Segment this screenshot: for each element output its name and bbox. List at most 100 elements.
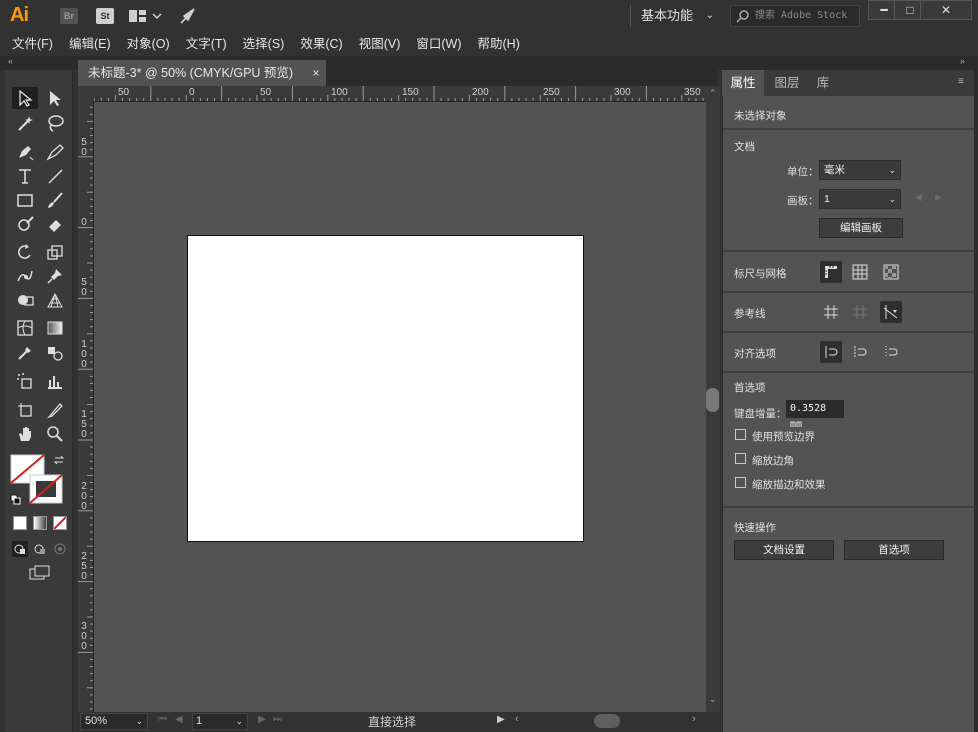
- draw-normal-button[interactable]: [12, 541, 28, 557]
- gradient-tool[interactable]: [42, 317, 68, 339]
- tab-libraries[interactable]: 库: [808, 70, 838, 96]
- blend-tool[interactable]: [42, 342, 68, 364]
- align-to-pixel-button[interactable]: [820, 341, 842, 363]
- menu-select[interactable]: 选择(S): [235, 32, 293, 56]
- scale-corners-checkbox[interactable]: [735, 453, 746, 464]
- rotate-tool[interactable]: [12, 241, 38, 263]
- lock-guides-button[interactable]: [849, 301, 871, 323]
- document-setup-button[interactable]: 文档设置: [734, 540, 834, 560]
- selection-tool[interactable]: [12, 87, 38, 109]
- swap-fill-stroke-icon[interactable]: [53, 454, 65, 466]
- smart-guides-button[interactable]: [880, 301, 902, 323]
- line-segment-tool[interactable]: [42, 165, 68, 187]
- perspective-grid-tool[interactable]: [42, 289, 68, 311]
- document-tab[interactable]: 未标题-3* @ 50% (CMYK/GPU 预览): [78, 60, 326, 86]
- menu-effect[interactable]: 效果(C): [292, 32, 350, 56]
- shaper-tool[interactable]: [12, 213, 38, 235]
- scroll-up-icon[interactable]: ⌃: [709, 88, 717, 99]
- horizontal-scroll-thumb[interactable]: [594, 714, 620, 728]
- close-window-button[interactable]: ✕: [920, 0, 972, 20]
- pin-tool[interactable]: [42, 265, 68, 287]
- eraser-tool[interactable]: [42, 213, 68, 235]
- scroll-down-icon[interactable]: ⌄: [709, 694, 717, 705]
- slice-tool[interactable]: [42, 399, 68, 421]
- align-key-object-button[interactable]: [849, 341, 871, 363]
- artboard[interactable]: [187, 235, 584, 542]
- ruler-origin[interactable]: [78, 86, 94, 102]
- magic-wand-tool[interactable]: [12, 112, 38, 134]
- show-rulers-button[interactable]: [820, 261, 842, 283]
- transparency-grid-button[interactable]: [880, 261, 902, 283]
- scale-tool[interactable]: [42, 241, 68, 263]
- panel-menu-icon[interactable]: ≡: [958, 76, 964, 87]
- menu-view[interactable]: 视图(V): [351, 32, 409, 56]
- direct-selection-tool[interactable]: [42, 87, 68, 109]
- menu-object[interactable]: 对象(O): [119, 32, 178, 56]
- align-glyph-button[interactable]: [880, 341, 902, 363]
- use-preview-bounds-checkbox[interactable]: [735, 429, 746, 440]
- default-fill-stroke-icon[interactable]: [10, 494, 22, 506]
- tab-properties[interactable]: 属性: [722, 70, 764, 96]
- prev-artboard-icon[interactable]: ◀: [175, 714, 183, 725]
- menu-window[interactable]: 窗口(W): [408, 32, 469, 56]
- menu-edit[interactable]: 编辑(E): [61, 32, 119, 56]
- status-menu-icon[interactable]: ▶: [497, 714, 505, 725]
- search-stock-input[interactable]: 搜索 Adobe Stock: [730, 5, 860, 27]
- zoom-level-select[interactable]: 50% ⌄: [80, 713, 148, 730]
- vertical-scroll-thumb[interactable]: [706, 388, 719, 412]
- menu-file[interactable]: 文件(F): [4, 32, 61, 56]
- artboard-number-select[interactable]: 1 ⌄: [192, 713, 248, 730]
- scale-strokes-checkbox[interactable]: [735, 477, 746, 488]
- next-artboard-icon[interactable]: ▶: [935, 192, 942, 203]
- puppet-warp-tool[interactable]: [12, 265, 38, 287]
- draw-inside-button[interactable]: [52, 541, 68, 557]
- shape-builder-tool[interactable]: [12, 289, 38, 311]
- menu-type[interactable]: 文字(T): [178, 32, 235, 56]
- menu-help[interactable]: 帮助(H): [470, 32, 528, 56]
- current-tool-status[interactable]: 直接选择: [368, 713, 416, 730]
- preferences-button[interactable]: 首选项: [844, 540, 944, 560]
- none-mode-button[interactable]: [53, 516, 67, 530]
- edit-artboard-button[interactable]: 编辑画板: [819, 218, 903, 238]
- symbol-sprayer-tool[interactable]: [12, 370, 38, 392]
- panel-scrollbar[interactable]: [974, 70, 978, 732]
- pen-tool[interactable]: [12, 141, 38, 163]
- screen-mode-button[interactable]: [28, 565, 52, 581]
- next-artboard-icon[interactable]: ▶: [258, 714, 266, 725]
- workspace-switcher[interactable]: 基本功能 ⌄: [630, 5, 720, 27]
- scroll-right-icon[interactable]: ›: [692, 713, 696, 725]
- eyedropper-tool[interactable]: [12, 342, 38, 364]
- keyboard-increment-input[interactable]: 0.3528 mm: [786, 400, 844, 430]
- lasso-tool[interactable]: [42, 112, 68, 134]
- first-artboard-icon[interactable]: ⏮: [158, 714, 167, 725]
- arrange-documents-button[interactable]: [128, 8, 164, 24]
- collapse-left-icon[interactable]: «: [8, 56, 13, 66]
- prev-artboard-icon[interactable]: ◀: [915, 192, 922, 203]
- artboard-tool[interactable]: [12, 399, 38, 421]
- rectangle-tool[interactable]: [12, 189, 38, 211]
- type-tool[interactable]: [12, 165, 38, 187]
- draw-behind-button[interactable]: [32, 541, 48, 557]
- stroke-swatch[interactable]: [29, 474, 63, 504]
- horizontal-ruler[interactable]: 50 0 50 100 150 200 250 300 350: [78, 86, 706, 102]
- column-graph-tool[interactable]: [42, 370, 68, 392]
- zoom-tool[interactable]: [42, 423, 68, 445]
- close-tab-icon[interactable]: ×: [306, 60, 326, 86]
- gpu-performance-button[interactable]: [178, 6, 198, 26]
- color-mode-button[interactable]: [13, 516, 27, 530]
- curvature-tool[interactable]: [42, 141, 68, 163]
- mesh-tool[interactable]: [12, 317, 38, 339]
- unit-select[interactable]: 毫米 ⌄: [819, 160, 901, 180]
- paintbrush-tool[interactable]: [42, 189, 68, 211]
- show-grid-button[interactable]: [849, 261, 871, 283]
- vertical-ruler[interactable]: 50 0 50 100 150 200 250 300: [78, 86, 94, 712]
- hand-tool[interactable]: [12, 423, 38, 445]
- show-guides-button[interactable]: [820, 301, 842, 323]
- bridge-button[interactable]: Br: [60, 8, 78, 24]
- stock-button[interactable]: St: [96, 8, 114, 24]
- collapse-right-icon[interactable]: »: [960, 56, 965, 66]
- scroll-left-icon[interactable]: ‹: [515, 713, 519, 725]
- tab-layers[interactable]: 图层: [766, 70, 808, 96]
- gradient-mode-button[interactable]: [33, 516, 47, 530]
- artboard-select[interactable]: 1 ⌄: [819, 189, 901, 209]
